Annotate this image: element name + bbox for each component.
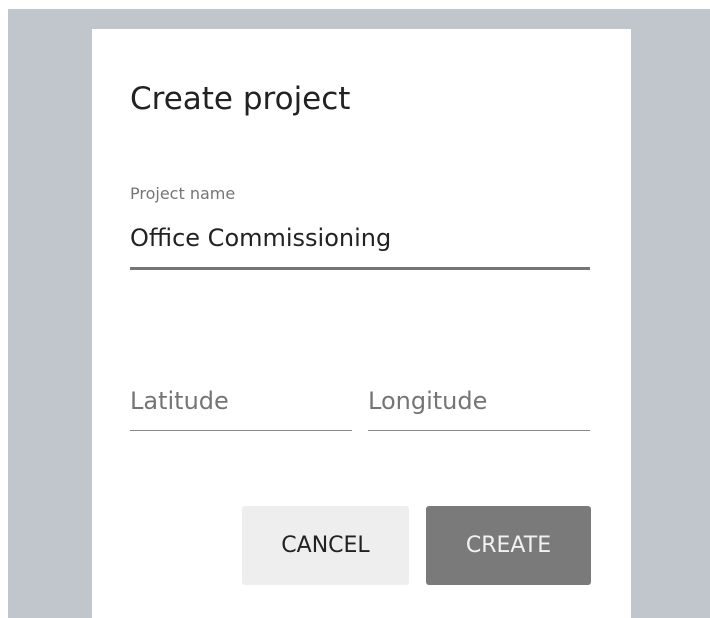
project-name-input[interactable]: Office Commissioning: [130, 221, 391, 255]
create-project-dialog: Create project Project name Office Commi…: [92, 29, 631, 618]
latitude-input[interactable]: Latitude: [130, 384, 229, 418]
project-name-underline: [130, 267, 590, 270]
longitude-input[interactable]: Longitude: [368, 384, 487, 418]
latitude-underline: [130, 430, 352, 431]
project-name-label: Project name: [130, 184, 236, 203]
dialog-title: Create project: [130, 81, 351, 117]
cancel-button[interactable]: CANCEL: [242, 506, 409, 585]
create-button[interactable]: CREATE: [426, 506, 591, 585]
longitude-underline: [368, 430, 590, 431]
